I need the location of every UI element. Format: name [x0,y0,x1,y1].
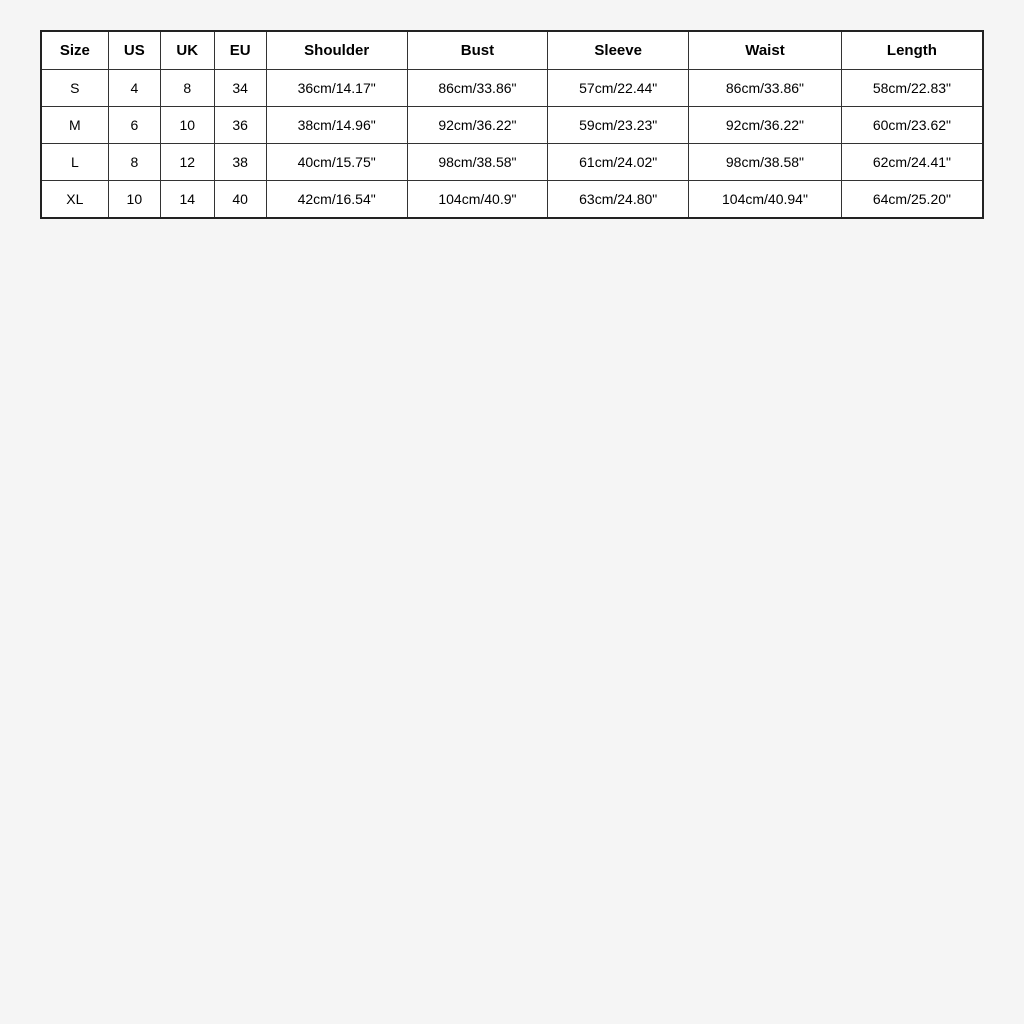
col-header-uk: UK [160,31,214,70]
cell-shoulder: 36cm/14.17" [266,70,407,107]
cell-waist: 98cm/38.58" [689,144,842,181]
cell-length: 62cm/24.41" [841,144,983,181]
size-chart-container: Size US UK EU Shoulder Bust Sleeve Waist… [40,30,984,219]
cell-eu: 38 [214,144,266,181]
cell-bust: 92cm/36.22" [407,107,548,144]
cell-uk: 8 [160,70,214,107]
cell-waist: 86cm/33.86" [689,70,842,107]
cell-eu: 34 [214,70,266,107]
cell-length: 64cm/25.20" [841,181,983,219]
cell-size: S [41,70,108,107]
cell-sleeve: 59cm/23.23" [548,107,689,144]
col-header-sleeve: Sleeve [548,31,689,70]
cell-size: XL [41,181,108,219]
table-row: M6103638cm/14.96"92cm/36.22"59cm/23.23"9… [41,107,983,144]
cell-shoulder: 42cm/16.54" [266,181,407,219]
cell-sleeve: 63cm/24.80" [548,181,689,219]
table-row: L8123840cm/15.75"98cm/38.58"61cm/24.02"9… [41,144,983,181]
table-row: XL10144042cm/16.54"104cm/40.9"63cm/24.80… [41,181,983,219]
cell-bust: 104cm/40.9" [407,181,548,219]
col-header-waist: Waist [689,31,842,70]
cell-uk: 12 [160,144,214,181]
col-header-eu: EU [214,31,266,70]
cell-us: 4 [108,70,160,107]
cell-eu: 36 [214,107,266,144]
size-chart-table: Size US UK EU Shoulder Bust Sleeve Waist… [40,30,984,219]
col-header-length: Length [841,31,983,70]
cell-waist: 92cm/36.22" [689,107,842,144]
cell-length: 60cm/23.62" [841,107,983,144]
cell-us: 6 [108,107,160,144]
table-header-row: Size US UK EU Shoulder Bust Sleeve Waist… [41,31,983,70]
cell-length: 58cm/22.83" [841,70,983,107]
cell-sleeve: 61cm/24.02" [548,144,689,181]
cell-waist: 104cm/40.94" [689,181,842,219]
table-row: S483436cm/14.17"86cm/33.86"57cm/22.44"86… [41,70,983,107]
col-header-us: US [108,31,160,70]
col-header-shoulder: Shoulder [266,31,407,70]
cell-uk: 10 [160,107,214,144]
cell-bust: 86cm/33.86" [407,70,548,107]
cell-uk: 14 [160,181,214,219]
cell-us: 8 [108,144,160,181]
col-header-size: Size [41,31,108,70]
cell-shoulder: 40cm/15.75" [266,144,407,181]
cell-us: 10 [108,181,160,219]
cell-sleeve: 57cm/22.44" [548,70,689,107]
cell-size: M [41,107,108,144]
cell-size: L [41,144,108,181]
col-header-bust: Bust [407,31,548,70]
cell-shoulder: 38cm/14.96" [266,107,407,144]
cell-eu: 40 [214,181,266,219]
cell-bust: 98cm/38.58" [407,144,548,181]
